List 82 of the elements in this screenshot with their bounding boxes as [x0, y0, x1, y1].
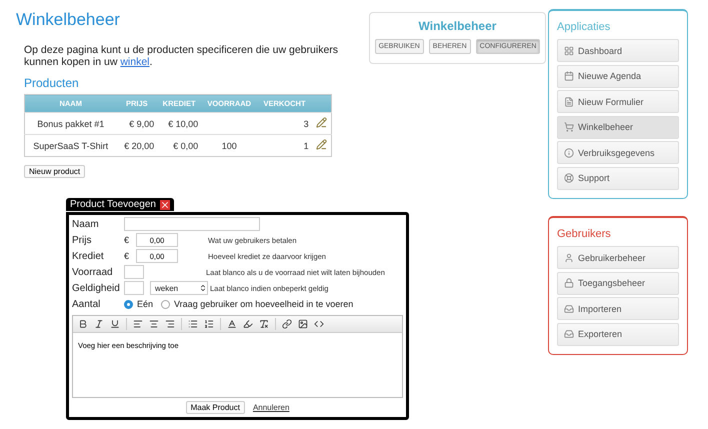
sidebar-item[interactable]: Gebruikerbeheer [557, 246, 679, 269]
currency-sign: € [124, 235, 130, 245]
table-cell: € 9,00 [116, 112, 158, 134]
image-icon [298, 319, 308, 329]
dialog-title: Product Toevoegen [70, 199, 156, 210]
table-cell: Bonus pakket #1 [24, 112, 116, 134]
field-label: Voorraad [72, 266, 114, 278]
underline-icon [110, 319, 120, 329]
radio-option[interactable]: Eén [124, 299, 154, 309]
toolbar-button[interactable] [147, 318, 161, 330]
field-label: Geldigheid [72, 282, 121, 294]
shop-link[interactable]: winkel [120, 56, 150, 68]
sidebar-item[interactable]: Exporteren [557, 322, 679, 346]
name-input[interactable] [124, 217, 260, 231]
toolbar-button[interactable] [296, 318, 310, 330]
tray-icon [564, 329, 574, 339]
table-cell: 100 [201, 134, 258, 156]
updown-icon [199, 284, 207, 292]
grid-icon [564, 46, 574, 56]
table-cell: € 20,00 [116, 134, 158, 156]
code-icon [314, 319, 324, 329]
sidebar-item[interactable]: Nieuwe Agenda [557, 64, 679, 88]
page-title: Winkelbeheer [16, 10, 121, 30]
numbered-list-icon [204, 319, 214, 329]
table-cell: 1 [257, 134, 312, 156]
section-title: Producten [24, 76, 80, 90]
align-center-icon [149, 319, 159, 329]
toolbar-button[interactable] [202, 318, 216, 330]
lifebuoy-icon [564, 173, 574, 183]
create-product-button[interactable]: Maak Product [186, 401, 245, 414]
currency-sign: € [124, 251, 130, 261]
calendar-icon [564, 71, 574, 81]
radio-button[interactable] [124, 300, 133, 308]
card-title: Applicaties [557, 21, 612, 33]
field-label: Krediet [72, 250, 105, 262]
duration-input[interactable] [124, 281, 144, 295]
cart-icon [564, 122, 574, 132]
form-icon [564, 96, 574, 106]
close-icon[interactable] [160, 200, 170, 210]
user-icon [564, 252, 574, 262]
radio-button[interactable] [161, 300, 170, 308]
sidebar-item[interactable]: Nieuw Formulier [557, 90, 679, 113]
toolbar-button[interactable] [241, 318, 255, 330]
sidebar-item[interactable]: Dashboard [557, 39, 679, 62]
new-product-button[interactable]: Nieuw product [24, 165, 86, 178]
stock-input[interactable] [124, 265, 144, 279]
intro-text: Op deze pagina kunt u de producten specificeren die uw gebruikers kunnen kopen in uw winkel. [24, 44, 340, 68]
field-label: Naam [72, 218, 100, 230]
bold-icon [78, 319, 88, 329]
lock-icon [564, 278, 574, 288]
tray-icon [564, 304, 574, 314]
edit-icon[interactable] [316, 139, 327, 150]
link-icon [282, 319, 292, 329]
table-cell: € 0,00 [157, 134, 202, 156]
sidebar-item[interactable]: Support [557, 166, 679, 190]
toolbar-button[interactable] [131, 318, 145, 330]
field-label: Prijs [72, 234, 92, 246]
card-title: Gebruikers [557, 228, 612, 240]
cancel-link[interactable]: Annuleren [252, 403, 290, 412]
sidebar-item[interactable]: Winkelbeheer [557, 116, 679, 138]
text-color-icon [227, 319, 237, 329]
toolbar-button[interactable] [280, 318, 294, 330]
info-icon [564, 148, 574, 158]
align-left-icon [133, 319, 143, 329]
clear-format-icon [259, 319, 269, 329]
panel-title: Winkelbeheer [418, 19, 496, 33]
highlight-icon [243, 319, 253, 329]
sidebar-item[interactable]: Toegangsbeheer [557, 272, 679, 294]
edit-icon[interactable] [316, 117, 327, 128]
table-cell: € 10,00 [157, 112, 202, 134]
field-label: Aantal [72, 298, 102, 310]
bullet-list-icon [188, 319, 198, 329]
table-cell: SuperSaaS T-Shirt [24, 134, 116, 156]
option-label: Eén [137, 299, 154, 309]
unit-select[interactable]: weken [150, 281, 208, 295]
align-right-icon [165, 319, 175, 329]
italic-icon [94, 319, 104, 329]
sidebar-item[interactable]: Importeren [557, 297, 679, 320]
toolbar-button[interactable] [312, 318, 326, 330]
table-cell: 3 [257, 112, 312, 134]
sidebar-item[interactable]: Verbruiksgegevens [557, 141, 679, 164]
toolbar-button[interactable] [163, 318, 177, 330]
